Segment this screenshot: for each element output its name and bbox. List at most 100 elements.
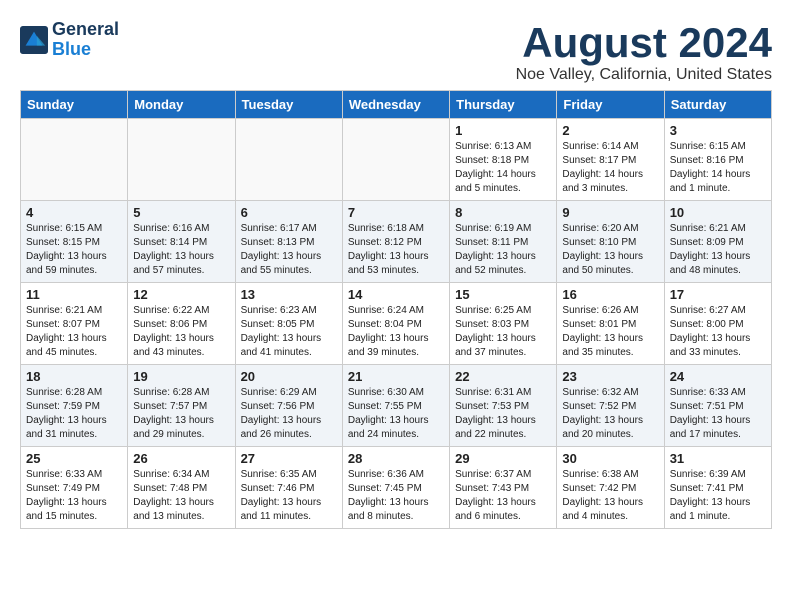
day-number: 17 bbox=[670, 287, 766, 302]
calendar-cell: 14 Sunrise: 6:24 AM Sunset: 8:04 PM Dayli… bbox=[342, 283, 449, 365]
calendar-cell: 31 Sunrise: 6:39 AM Sunset: 7:41 PM Dayli… bbox=[664, 447, 771, 529]
day-number: 14 bbox=[348, 287, 444, 302]
logo-blue-label: Blue bbox=[52, 40, 119, 60]
day-number: 10 bbox=[670, 205, 766, 220]
day-info: Sunrise: 6:19 AM Sunset: 8:11 PM Dayligh… bbox=[455, 222, 551, 278]
calendar-week-row: 18 Sunrise: 6:28 AM Sunset: 7:59 PM Dayli… bbox=[21, 365, 772, 447]
day-number: 5 bbox=[133, 205, 229, 220]
day-info: Sunrise: 6:22 AM Sunset: 8:06 PM Dayligh… bbox=[133, 304, 229, 360]
header: General Blue August 2024 Noe Valley, Cal… bbox=[20, 20, 772, 84]
day-info: Sunrise: 6:33 AM Sunset: 7:49 PM Dayligh… bbox=[26, 468, 122, 524]
calendar-cell bbox=[21, 119, 128, 201]
logo-general-label: General bbox=[52, 20, 119, 40]
calendar-cell: 20 Sunrise: 6:29 AM Sunset: 7:56 PM Dayli… bbox=[235, 365, 342, 447]
day-number: 3 bbox=[670, 123, 766, 138]
day-info: Sunrise: 6:21 AM Sunset: 8:07 PM Dayligh… bbox=[26, 304, 122, 360]
calendar-week-row: 25 Sunrise: 6:33 AM Sunset: 7:49 PM Dayli… bbox=[21, 447, 772, 529]
calendar-cell: 25 Sunrise: 6:33 AM Sunset: 7:49 PM Dayli… bbox=[21, 447, 128, 529]
calendar-cell: 9 Sunrise: 6:20 AM Sunset: 8:10 PM Daylig… bbox=[557, 201, 664, 283]
day-info: Sunrise: 6:15 AM Sunset: 8:16 PM Dayligh… bbox=[670, 140, 766, 196]
day-number: 22 bbox=[455, 369, 551, 384]
day-info: Sunrise: 6:20 AM Sunset: 8:10 PM Dayligh… bbox=[562, 222, 658, 278]
weekday-header-saturday: Saturday bbox=[664, 91, 771, 119]
day-number: 12 bbox=[133, 287, 229, 302]
day-number: 21 bbox=[348, 369, 444, 384]
calendar-week-row: 1 Sunrise: 6:13 AM Sunset: 8:18 PM Daylig… bbox=[21, 119, 772, 201]
day-number: 31 bbox=[670, 451, 766, 466]
day-number: 15 bbox=[455, 287, 551, 302]
day-number: 13 bbox=[241, 287, 337, 302]
day-number: 2 bbox=[562, 123, 658, 138]
calendar-cell: 6 Sunrise: 6:17 AM Sunset: 8:13 PM Daylig… bbox=[235, 201, 342, 283]
calendar-week-row: 4Sunrise: 6:15 AM Sunset: 8:15 PM Daylig… bbox=[21, 201, 772, 283]
calendar-cell: 17 Sunrise: 6:27 AM Sunset: 8:00 PM Dayli… bbox=[664, 283, 771, 365]
weekday-header-monday: Monday bbox=[128, 91, 235, 119]
day-number: 28 bbox=[348, 451, 444, 466]
day-info: Sunrise: 6:35 AM Sunset: 7:46 PM Dayligh… bbox=[241, 468, 337, 524]
page: General Blue August 2024 Noe Valley, Cal… bbox=[0, 0, 792, 539]
day-info: Sunrise: 6:17 AM Sunset: 8:13 PM Dayligh… bbox=[241, 222, 337, 278]
day-info: Sunrise: 6:39 AM Sunset: 7:41 PM Dayligh… bbox=[670, 468, 766, 524]
day-info: Sunrise: 6:21 AM Sunset: 8:09 PM Dayligh… bbox=[670, 222, 766, 278]
day-info: Sunrise: 6:33 AM Sunset: 7:51 PM Dayligh… bbox=[670, 386, 766, 442]
day-info: Sunrise: 6:31 AM Sunset: 7:53 PM Dayligh… bbox=[455, 386, 551, 442]
calendar-cell: 26 Sunrise: 6:34 AM Sunset: 7:48 PM Dayli… bbox=[128, 447, 235, 529]
calendar-cell: 11 Sunrise: 6:21 AM Sunset: 8:07 PM Dayli… bbox=[21, 283, 128, 365]
main-title: August 2024 bbox=[516, 20, 772, 66]
calendar-cell: 19 Sunrise: 6:28 AM Sunset: 7:57 PM Dayli… bbox=[128, 365, 235, 447]
calendar-cell bbox=[235, 119, 342, 201]
calendar-cell: 27 Sunrise: 6:35 AM Sunset: 7:46 PM Dayli… bbox=[235, 447, 342, 529]
day-number: 8 bbox=[455, 205, 551, 220]
day-info: Sunrise: 6:32 AM Sunset: 7:52 PM Dayligh… bbox=[562, 386, 658, 442]
day-number: 29 bbox=[455, 451, 551, 466]
day-number: 9 bbox=[562, 205, 658, 220]
day-info: Sunrise: 6:18 AM Sunset: 8:12 PM Dayligh… bbox=[348, 222, 444, 278]
calendar-cell bbox=[128, 119, 235, 201]
day-number: 11 bbox=[26, 287, 122, 302]
calendar-cell: 4Sunrise: 6:15 AM Sunset: 8:15 PM Daylig… bbox=[21, 201, 128, 283]
calendar-cell: 2Sunrise: 6:14 AM Sunset: 8:17 PM Daylig… bbox=[557, 119, 664, 201]
calendar-cell: 16 Sunrise: 6:26 AM Sunset: 8:01 PM Dayli… bbox=[557, 283, 664, 365]
day-info: Sunrise: 6:26 AM Sunset: 8:01 PM Dayligh… bbox=[562, 304, 658, 360]
calendar-cell: 7 Sunrise: 6:18 AM Sunset: 8:12 PM Daylig… bbox=[342, 201, 449, 283]
day-number: 27 bbox=[241, 451, 337, 466]
day-number: 6 bbox=[241, 205, 337, 220]
day-info: Sunrise: 6:38 AM Sunset: 7:42 PM Dayligh… bbox=[562, 468, 658, 524]
calendar-cell: 3 Sunrise: 6:15 AM Sunset: 8:16 PM Daylig… bbox=[664, 119, 771, 201]
calendar-cell: 8 Sunrise: 6:19 AM Sunset: 8:11 PM Daylig… bbox=[450, 201, 557, 283]
day-info: Sunrise: 6:30 AM Sunset: 7:55 PM Dayligh… bbox=[348, 386, 444, 442]
day-info: Sunrise: 6:13 AM Sunset: 8:18 PM Dayligh… bbox=[455, 140, 551, 196]
weekday-header-friday: Friday bbox=[557, 91, 664, 119]
day-number: 25 bbox=[26, 451, 122, 466]
day-info: Sunrise: 6:24 AM Sunset: 8:04 PM Dayligh… bbox=[348, 304, 444, 360]
day-info: Sunrise: 6:27 AM Sunset: 8:00 PM Dayligh… bbox=[670, 304, 766, 360]
day-number: 26 bbox=[133, 451, 229, 466]
calendar-week-row: 11 Sunrise: 6:21 AM Sunset: 8:07 PM Dayli… bbox=[21, 283, 772, 365]
day-info: Sunrise: 6:34 AM Sunset: 7:48 PM Dayligh… bbox=[133, 468, 229, 524]
subtitle: Noe Valley, California, United States bbox=[516, 66, 772, 84]
calendar-cell: 1 Sunrise: 6:13 AM Sunset: 8:18 PM Daylig… bbox=[450, 119, 557, 201]
calendar-cell bbox=[342, 119, 449, 201]
calendar-cell: 24 Sunrise: 6:33 AM Sunset: 7:51 PM Dayli… bbox=[664, 365, 771, 447]
calendar-cell: 29 Sunrise: 6:37 AM Sunset: 7:43 PM Dayli… bbox=[450, 447, 557, 529]
day-info: Sunrise: 6:28 AM Sunset: 7:59 PM Dayligh… bbox=[26, 386, 122, 442]
calendar-cell: 28Sunrise: 6:36 AM Sunset: 7:45 PM Dayli… bbox=[342, 447, 449, 529]
day-number: 23 bbox=[562, 369, 658, 384]
day-info: Sunrise: 6:37 AM Sunset: 7:43 PM Dayligh… bbox=[455, 468, 551, 524]
day-number: 1 bbox=[455, 123, 551, 138]
day-number: 19 bbox=[133, 369, 229, 384]
day-number: 20 bbox=[241, 369, 337, 384]
day-number: 7 bbox=[348, 205, 444, 220]
day-number: 18 bbox=[26, 369, 122, 384]
weekday-header-wednesday: Wednesday bbox=[342, 91, 449, 119]
day-number: 16 bbox=[562, 287, 658, 302]
calendar-cell: 12 Sunrise: 6:22 AM Sunset: 8:06 PM Dayli… bbox=[128, 283, 235, 365]
day-number: 30 bbox=[562, 451, 658, 466]
calendar-cell: 5Sunrise: 6:16 AM Sunset: 8:14 PM Daylig… bbox=[128, 201, 235, 283]
day-number: 24 bbox=[670, 369, 766, 384]
logo-text: General Blue bbox=[52, 20, 119, 60]
weekday-header-tuesday: Tuesday bbox=[235, 91, 342, 119]
day-info: Sunrise: 6:28 AM Sunset: 7:57 PM Dayligh… bbox=[133, 386, 229, 442]
day-number: 4 bbox=[26, 205, 122, 220]
day-info: Sunrise: 6:29 AM Sunset: 7:56 PM Dayligh… bbox=[241, 386, 337, 442]
